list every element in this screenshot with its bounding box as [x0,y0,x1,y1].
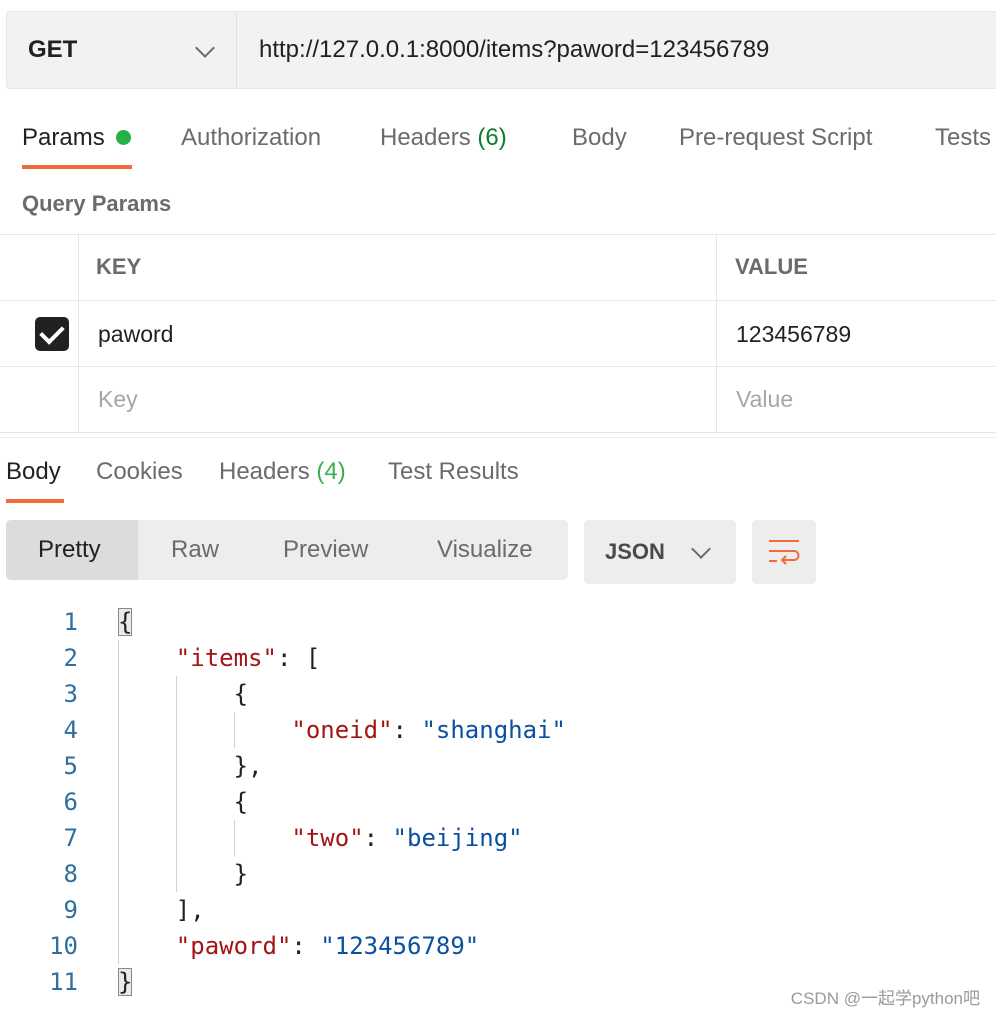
tab-params[interactable]: Params [22,120,105,156]
line-number: 9 [63,896,78,924]
view-mode-raw[interactable]: Raw [171,520,219,580]
method-select[interactable]: GET [6,11,237,89]
line-number: 7 [63,824,78,852]
chevron-down-icon [195,38,215,58]
green-dot-icon [116,130,131,145]
code-line: "paword": "123456789" [175,932,480,960]
checkmark-icon [39,319,65,345]
table-col-divider [78,234,79,432]
tab-headers-count: (6) [477,124,507,151]
view-mode-visualize[interactable]: Visualize [437,520,533,580]
table-bottom-border [0,432,996,433]
pane-divider [0,437,996,438]
code-line: } [118,964,133,1000]
code-line: "items": [ [175,644,321,672]
json-key: "items" [175,644,277,672]
code-line: { [118,604,133,640]
code-line: } [118,860,249,888]
table-top-border [0,234,996,235]
code-line: { [118,680,249,708]
new-key-input[interactable]: Key [98,367,138,431]
tab-pre-request-script[interactable]: Pre-request Script [679,120,872,156]
column-header-value: VALUE [735,254,808,279]
json-string: "shanghai" [421,716,566,744]
wrap-lines-icon [769,540,800,565]
checkbox-checked-icon[interactable] [35,317,69,351]
column-header-key: KEY [96,254,142,279]
response-tab-headers[interactable]: Headers (4) [219,454,346,490]
line-number: 2 [63,644,78,672]
response-tab-test-results[interactable]: Test Results [388,454,519,490]
view-mode-pretty[interactable]: Pretty [38,520,101,580]
new-value-input[interactable]: Value [736,367,793,431]
response-tab-body-label: Body [6,458,61,485]
tab-tests[interactable]: Tests [935,120,991,156]
response-tab-cookies-label: Cookies [96,458,183,485]
wrap-lines-button[interactable] [752,520,816,584]
url-input[interactable]: http://127.0.0.1:8000/items?paword=12345… [259,11,769,89]
line-number: 8 [63,860,78,888]
response-tab-headers-count: (4) [316,458,346,485]
tab-authorization[interactable]: Authorization [181,120,321,156]
tab-body[interactable]: Body [572,120,627,156]
code-line: "two": "beijing" [291,824,523,852]
format-label: JSON [605,539,665,564]
matched-brace: } [118,968,133,996]
active-response-tab-underline [6,499,64,503]
param-key-cell[interactable]: paword [98,301,173,367]
line-number: 10 [49,932,78,960]
json-string: "123456789" [320,932,480,960]
table-col-divider [716,234,717,432]
line-number: 3 [63,680,78,708]
response-tab-test-results-label: Test Results [388,458,519,485]
tab-pre-request-script-label: Pre-request Script [679,124,873,151]
line-number: 6 [63,788,78,816]
matched-brace: { [118,608,133,636]
response-tab-cookies[interactable]: Cookies [96,454,183,490]
tab-headers[interactable]: Headers (6) [380,120,507,156]
json-key: "two" [291,824,364,852]
code-line: "oneid": "shanghai" [291,716,566,744]
line-number: 1 [63,608,78,636]
response-tab-headers-label: Headers [219,458,310,485]
code-line: { [118,788,249,816]
active-tab-underline [22,165,132,169]
view-mode-preview[interactable]: Preview [283,520,368,580]
tab-authorization-label: Authorization [181,124,322,151]
line-number: 11 [49,968,78,996]
response-tab-body[interactable]: Body [6,454,61,490]
query-params-title: Query Params [22,191,172,216]
tab-tests-label: Tests [935,124,992,151]
tab-body-label: Body [572,124,627,151]
tab-params-label: Params [22,124,105,151]
chevron-down-icon [691,539,711,559]
format-select[interactable]: JSON [584,520,736,584]
param-value-cell[interactable]: 123456789 [736,301,851,367]
line-number: 4 [63,716,78,744]
json-key: "oneid" [291,716,393,744]
code-line: }, [118,752,263,780]
json-string: "beijing" [392,824,523,852]
json-key: "paword" [175,932,292,960]
method-label: GET [28,36,78,63]
tab-headers-label: Headers [380,124,471,151]
line-number: 5 [63,752,78,780]
code-line: ], [118,896,205,924]
watermark: CSDN @一起学python吧 [790,989,980,1008]
